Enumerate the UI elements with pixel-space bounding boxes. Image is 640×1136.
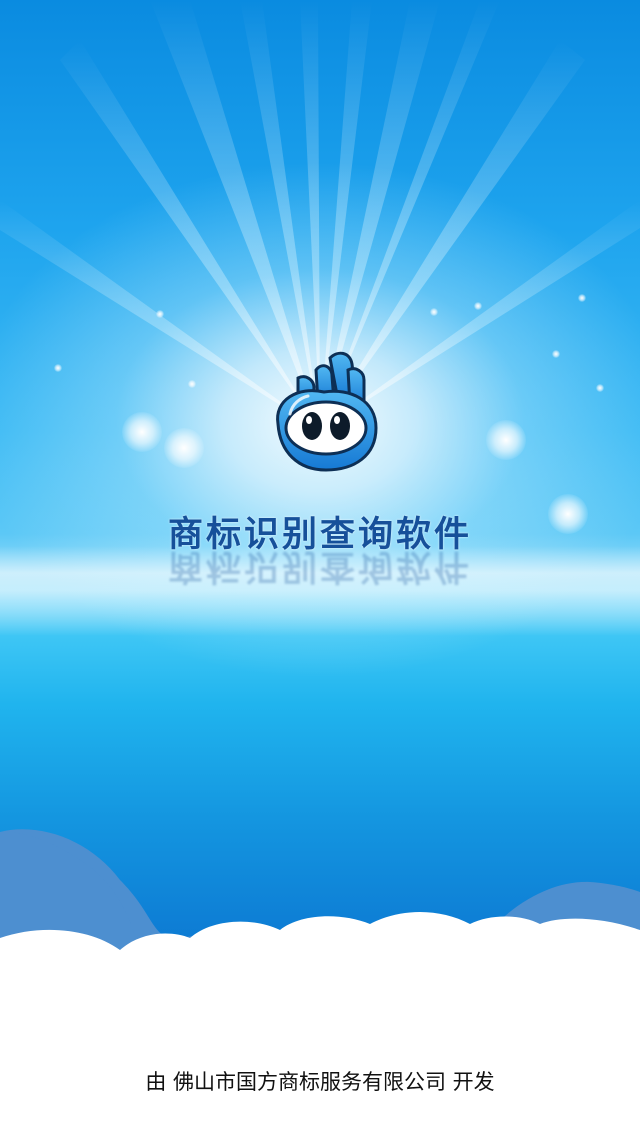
- sparkle: [188, 380, 196, 388]
- splash-screen: 商标识别查询软件 商标识别查询软件 由 佛山市国方商标服务有限公司 开发: [0, 0, 640, 1136]
- sparkle: [486, 420, 526, 460]
- developer-credit: 由 佛山市国方商标服务有限公司 开发: [145, 1070, 495, 1094]
- app-title-reflection: 商标识别查询软件: [167, 546, 472, 586]
- sparkle: [552, 350, 560, 358]
- sparkle: [430, 308, 438, 316]
- sparkle: [164, 428, 204, 468]
- sparkle: [122, 412, 162, 452]
- sparkle: [156, 310, 164, 318]
- sparkle: [596, 384, 604, 392]
- sparkle: [474, 302, 482, 310]
- sparkle: [578, 294, 586, 302]
- mascot-logo-icon: [276, 351, 378, 472]
- sparkle: [54, 364, 62, 372]
